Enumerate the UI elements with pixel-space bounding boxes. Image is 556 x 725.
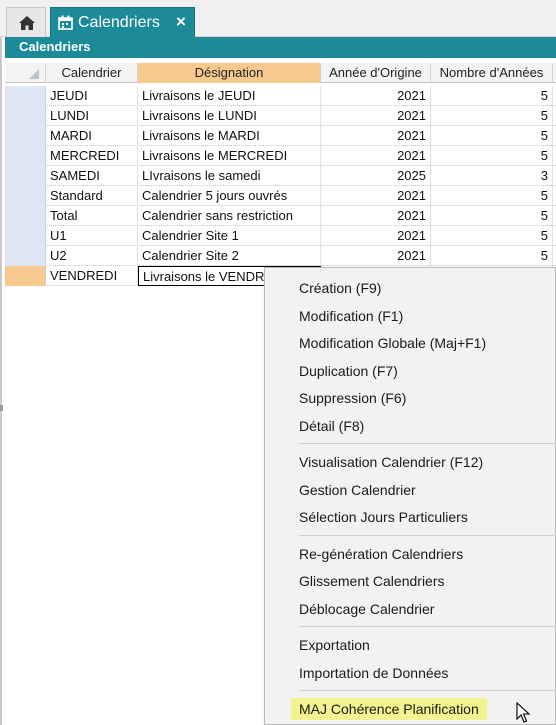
row-selector[interactable]: [5, 86, 46, 106]
tab-calendriers[interactable]: Calendriers ×: [50, 7, 195, 37]
cell-designation[interactable]: Calendrier 5 jours ouvrés: [138, 186, 321, 206]
menu-separator: [299, 443, 556, 444]
cell-designation[interactable]: Livraisons le JEUDI: [138, 86, 321, 106]
menu-item[interactable]: Modification (F1): [299, 305, 403, 327]
menu-item[interactable]: Duplication (F7): [299, 360, 398, 382]
panel-title: Calendriers: [19, 39, 91, 54]
cell-calendrier[interactable]: VENDREDI: [46, 266, 138, 286]
menu-item[interactable]: Visualisation Calendrier (F12): [299, 451, 483, 473]
home-icon: [19, 16, 35, 30]
menu-item[interactable]: Création (F9): [299, 277, 381, 299]
cell-nombre-annees[interactable]: 3: [431, 166, 553, 186]
cell-nombre-annees[interactable]: 5: [431, 86, 553, 106]
menu-item[interactable]: Suppression (F6): [299, 387, 406, 409]
cell-designation[interactable]: Livraisons le LUNDI: [138, 106, 321, 126]
menu-item[interactable]: Glissement Calendriers: [299, 570, 445, 592]
row-selector[interactable]: [5, 186, 46, 206]
context-menu: Création (F9) Modification (F1) Modificati…: [264, 267, 556, 725]
cell-annee-origine[interactable]: 2021: [321, 186, 431, 206]
menu-item[interactable]: Re-génération Calendriers: [299, 543, 463, 565]
cell-calendrier[interactable]: SAMEDI: [46, 166, 138, 186]
cell-annee-origine[interactable]: 2021: [321, 246, 431, 266]
cell-annee-origine[interactable]: 2021: [321, 126, 431, 146]
menu-item[interactable]: MAJ Cohérence Planification: [291, 698, 487, 720]
menu-item[interactable]: Gestion Calendrier: [299, 479, 416, 501]
table-row[interactable]: Standard Calendrier 5 jours ouvrés 2021 5: [5, 186, 556, 206]
cell-calendrier[interactable]: MARDI: [46, 126, 138, 146]
row-selector[interactable]: [5, 166, 46, 186]
cell-designation[interactable]: Livraisons le MARDI: [138, 126, 321, 146]
row-selector[interactable]: [5, 246, 46, 266]
close-tab-icon[interactable]: ×: [176, 12, 186, 32]
menu-item[interactable]: Exportation: [299, 634, 370, 656]
cell-nombre-annees[interactable]: 5: [431, 106, 553, 126]
cell-calendrier[interactable]: JEUDI: [46, 86, 138, 106]
left-gutter: [0, 37, 2, 725]
app-window: Calendriers × Calendriers Calendrier Dés…: [0, 0, 556, 725]
cell-annee-origine[interactable]: 2021: [321, 146, 431, 166]
table-row[interactable]: U1 Calendrier Site 1 2021 5: [5, 226, 556, 246]
column-header-annee-origine[interactable]: Année d'Origine: [321, 63, 431, 83]
cell-designation[interactable]: Calendrier Site 2: [138, 246, 321, 266]
table-row[interactable]: JEUDI Livraisons le JEUDI 2021 5: [5, 86, 556, 106]
cell-designation[interactable]: LIvraisons le samedi: [138, 166, 321, 186]
menu-item[interactable]: Importation de Données: [299, 662, 448, 684]
tab-home[interactable]: [6, 7, 46, 37]
tab-label: Calendriers: [78, 14, 160, 31]
menu-item[interactable]: Sélection Jours Particuliers: [299, 506, 468, 528]
table-row[interactable]: SAMEDI LIvraisons le samedi 2025 3: [5, 166, 556, 186]
table-row[interactable]: U2 Calendrier Site 2 2021 5: [5, 246, 556, 266]
table-row[interactable]: MERCREDI Livraisons le MERCREDI 2021 5: [5, 146, 556, 166]
calendar-icon: [58, 15, 73, 30]
cell-nombre-annees[interactable]: 5: [431, 186, 553, 206]
column-header-calendrier[interactable]: Calendrier: [46, 63, 138, 83]
panel-header: Calendriers: [5, 37, 556, 58]
menu-separator: [299, 690, 556, 691]
column-header-nombre-annees[interactable]: Nombre d'Années: [431, 63, 553, 83]
select-all-corner[interactable]: [5, 63, 46, 83]
cell-designation[interactable]: Livraisons le MERCREDI: [138, 146, 321, 166]
row-selector[interactable]: [5, 226, 46, 246]
table-row[interactable]: LUNDI Livraisons le LUNDI 2021 5: [5, 106, 556, 126]
tab-bar: Calendriers ×: [0, 0, 556, 37]
grid-header-row: Calendrier Désignation Année d'Origine N…: [5, 63, 556, 83]
menu-separator: [299, 534, 556, 536]
cell-nombre-annees[interactable]: 5: [431, 246, 553, 266]
menu-separator: [299, 626, 556, 627]
menu-item[interactable]: Modification Globale (Maj+F1): [299, 332, 486, 354]
cell-nombre-annees[interactable]: 5: [431, 226, 553, 246]
menu-item[interactable]: Déblocage Calendrier: [299, 598, 434, 620]
cell-nombre-annees[interactable]: 5: [431, 206, 553, 226]
cell-calendrier[interactable]: U1: [46, 226, 138, 246]
cell-calendrier[interactable]: LUNDI: [46, 106, 138, 126]
row-selector[interactable]: [5, 206, 46, 226]
cell-annee-origine[interactable]: 2025: [321, 166, 431, 186]
menu-item[interactable]: Détail (F8): [299, 415, 364, 437]
gutter-marker: [0, 405, 3, 411]
cell-calendrier[interactable]: Standard: [46, 186, 138, 206]
row-selector[interactable]: [5, 266, 46, 286]
row-selector[interactable]: [5, 146, 46, 166]
cell-calendrier[interactable]: Total: [46, 206, 138, 226]
cell-designation[interactable]: Calendrier Site 1: [138, 226, 321, 246]
cell-annee-origine[interactable]: 2021: [321, 206, 431, 226]
cell-designation[interactable]: Calendrier sans restriction: [138, 206, 321, 226]
cell-annee-origine[interactable]: 2021: [321, 226, 431, 246]
column-header-designation[interactable]: Désignation: [138, 63, 321, 83]
row-selector[interactable]: [5, 106, 46, 126]
cell-annee-origine[interactable]: 2021: [321, 86, 431, 106]
table-row[interactable]: MARDI Livraisons le MARDI 2021 5: [5, 126, 556, 146]
cell-nombre-annees[interactable]: 5: [431, 146, 553, 166]
cell-annee-origine[interactable]: 2021: [321, 106, 431, 126]
cell-nombre-annees[interactable]: 5: [431, 126, 553, 146]
cell-calendrier[interactable]: U2: [46, 246, 138, 266]
row-selector[interactable]: [5, 126, 46, 146]
mouse-cursor-icon: [516, 702, 530, 723]
table-row[interactable]: Total Calendrier sans restriction 2021 5: [5, 206, 556, 226]
cell-calendrier[interactable]: MERCREDI: [46, 146, 138, 166]
